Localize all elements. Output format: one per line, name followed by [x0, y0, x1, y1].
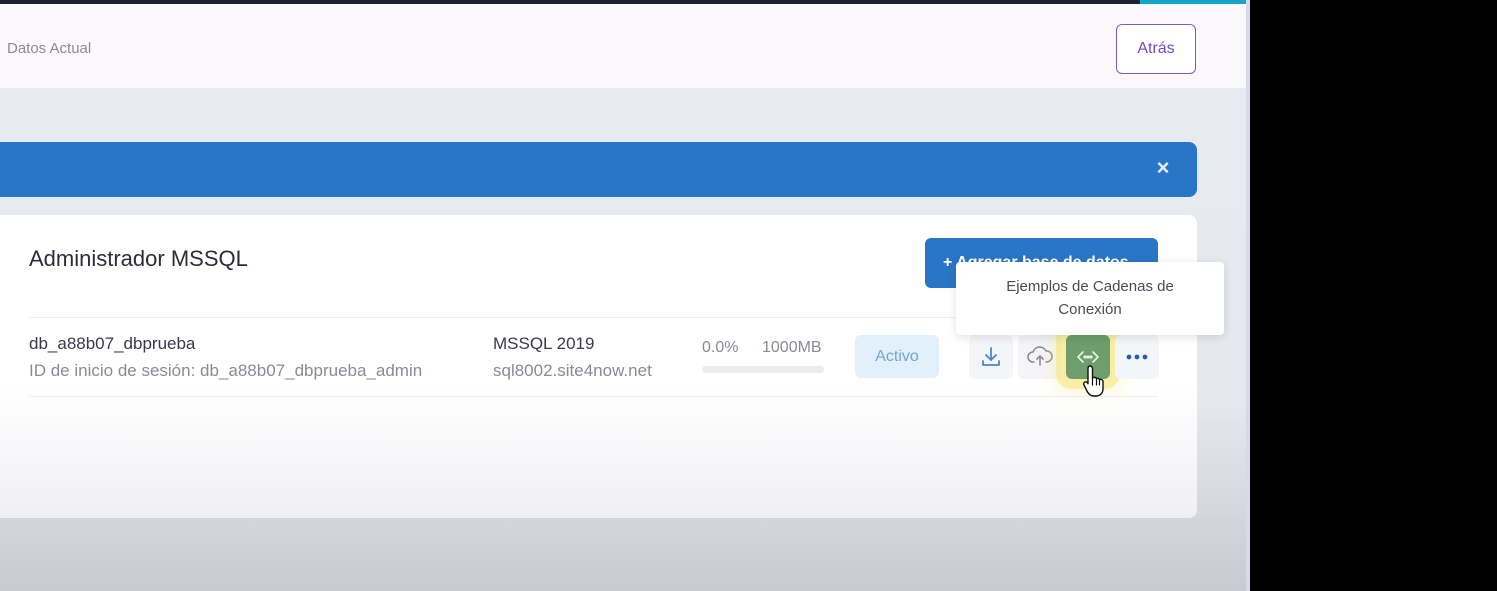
database-version: MSSQL 2019 [493, 334, 595, 353]
status-badge: Activo [855, 335, 939, 378]
usage-progress-bar [702, 366, 824, 373]
panel-title: Administrador MSSQL [29, 246, 248, 271]
cloud-upload-button[interactable] [1018, 335, 1062, 379]
cloud-upload-icon [1026, 344, 1054, 370]
info-banner: × [0, 142, 1197, 197]
connection-string-tooltip: Ejemplos de Cadenas de Conexión [956, 262, 1224, 335]
tooltip-line-2: Conexión [1058, 301, 1122, 318]
database-name: db_a88b07_dbprueba [29, 334, 196, 353]
page-header: Datos Actual Atrás [0, 4, 1250, 88]
download-button[interactable] [969, 335, 1013, 379]
divider [29, 396, 1158, 397]
usage-percent: 0.0% [702, 339, 739, 356]
breadcrumb: Datos Actual [7, 40, 92, 57]
mssql-panel: Administrador MSSQL + Agregar base de da… [0, 215, 1197, 518]
window-edge [1246, 0, 1250, 591]
database-login: ID de inicio de sesión: db_a88b07_dbprue… [29, 361, 423, 380]
tooltip-line-1: Ejemplos de Cadenas de [1006, 278, 1174, 295]
hand-cursor-icon [1082, 364, 1108, 398]
more-options-button[interactable] [1115, 335, 1159, 379]
usage-quota: 1000MB [762, 339, 822, 356]
database-server: sql8002.site4now.net [493, 361, 652, 380]
app-viewport: Datos Actual Atrás × Administrador MSSQL… [0, 0, 1250, 591]
more-icon [1125, 353, 1149, 361]
back-button[interactable]: Atrás [1116, 24, 1196, 74]
download-icon [978, 344, 1004, 370]
close-icon[interactable]: × [1151, 155, 1175, 180]
